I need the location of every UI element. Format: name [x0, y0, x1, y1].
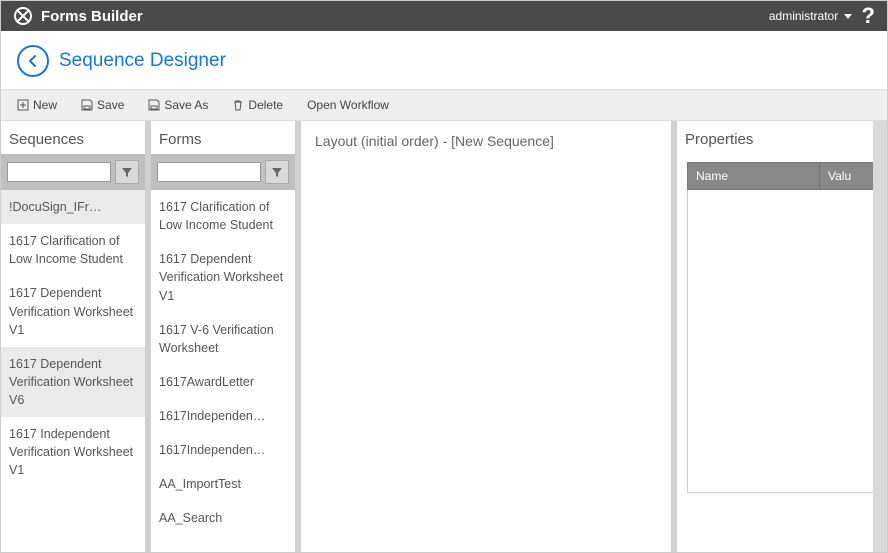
title-bar: Sequence Designer — [1, 31, 887, 89]
app-header: Forms Builder administrator ? — [1, 1, 887, 31]
list-item[interactable]: 1617 V-6 Verification Worksheet — [151, 313, 295, 365]
list-item[interactable]: 1617 Independent Verification Worksheet … — [1, 417, 145, 487]
filter-icon — [271, 166, 283, 178]
sequences-filter-button[interactable] — [115, 160, 139, 184]
toolbar: New Save Save As Delete Open Workflow — [1, 89, 887, 121]
properties-title: Properties — [677, 121, 887, 154]
app-title: Forms Builder — [41, 8, 143, 25]
forms-search-input[interactable] — [157, 162, 261, 182]
sequences-search-row — [1, 154, 145, 190]
properties-col-value[interactable]: Valu — [820, 163, 877, 190]
user-menu[interactable]: administrator — [769, 9, 852, 23]
main-area: Sequences !DocuSign_IFr… 1617 Clarificat… — [1, 121, 887, 552]
properties-empty — [688, 190, 877, 493]
list-item[interactable]: 1617Independen… — [151, 433, 295, 467]
delete-label: Delete — [248, 98, 283, 112]
forms-filter-button[interactable] — [265, 160, 289, 184]
list-item[interactable]: AA_ImportTest — [151, 467, 295, 501]
list-item[interactable]: 1617 Clarification of Low Income Student — [1, 224, 145, 276]
list-item[interactable]: !DocuSign_IFr… — [1, 190, 145, 224]
layout-title: Layout (initial order) - [New Sequence] — [315, 133, 554, 149]
save-as-button[interactable]: Save As — [138, 94, 218, 116]
list-item[interactable]: 1617Independen… — [151, 399, 295, 433]
open-workflow-button[interactable]: Open Workflow — [297, 94, 399, 116]
save-button[interactable]: Save — [71, 94, 134, 116]
new-button[interactable]: New — [7, 94, 67, 116]
sequences-title: Sequences — [1, 121, 145, 154]
list-item[interactable]: 1617AwardLetter — [151, 365, 295, 399]
sequences-search-input[interactable] — [7, 162, 111, 182]
list-item[interactable]: 1617 Dependent Verification Worksheet V1 — [151, 242, 295, 312]
properties-panel: Properties Name Valu — [677, 121, 887, 552]
filter-icon — [121, 166, 133, 178]
properties-col-name[interactable]: Name — [688, 163, 820, 190]
list-item[interactable]: 1617 Dependent Verification Worksheet V6 — [1, 347, 145, 417]
page-title: Sequence Designer — [59, 50, 226, 72]
forms-panel: Forms 1617 Clarification of Low Income S… — [151, 121, 301, 552]
back-button[interactable] — [17, 45, 49, 77]
properties-table: Name Valu — [687, 162, 877, 493]
list-item[interactable]: 1617 Dependent Verification Worksheet V1 — [1, 276, 145, 346]
open-workflow-label: Open Workflow — [307, 98, 389, 112]
forms-list[interactable]: 1617 Clarification of Low Income Student… — [151, 190, 295, 552]
sequences-panel: Sequences !DocuSign_IFr… 1617 Clarificat… — [1, 121, 151, 552]
save-label: Save — [97, 98, 124, 112]
save-as-label: Save As — [164, 98, 208, 112]
forms-search-row — [151, 154, 295, 190]
sequences-list[interactable]: !DocuSign_IFr… 1617 Clarification of Low… — [1, 190, 145, 552]
help-icon[interactable]: ? — [862, 3, 875, 29]
list-item[interactable]: 1617 Clarification of Low Income Student — [151, 190, 295, 242]
delete-button[interactable]: Delete — [222, 94, 293, 116]
list-item[interactable]: AA_Search — [151, 501, 295, 535]
brand-icon — [13, 6, 33, 26]
forms-title: Forms — [151, 121, 295, 154]
layout-panel: Layout (initial order) - [New Sequence] — [301, 121, 677, 552]
new-label: New — [33, 98, 57, 112]
chevron-down-icon — [844, 14, 852, 19]
properties-scrollbar[interactable] — [873, 121, 887, 552]
user-label: administrator — [769, 9, 838, 23]
